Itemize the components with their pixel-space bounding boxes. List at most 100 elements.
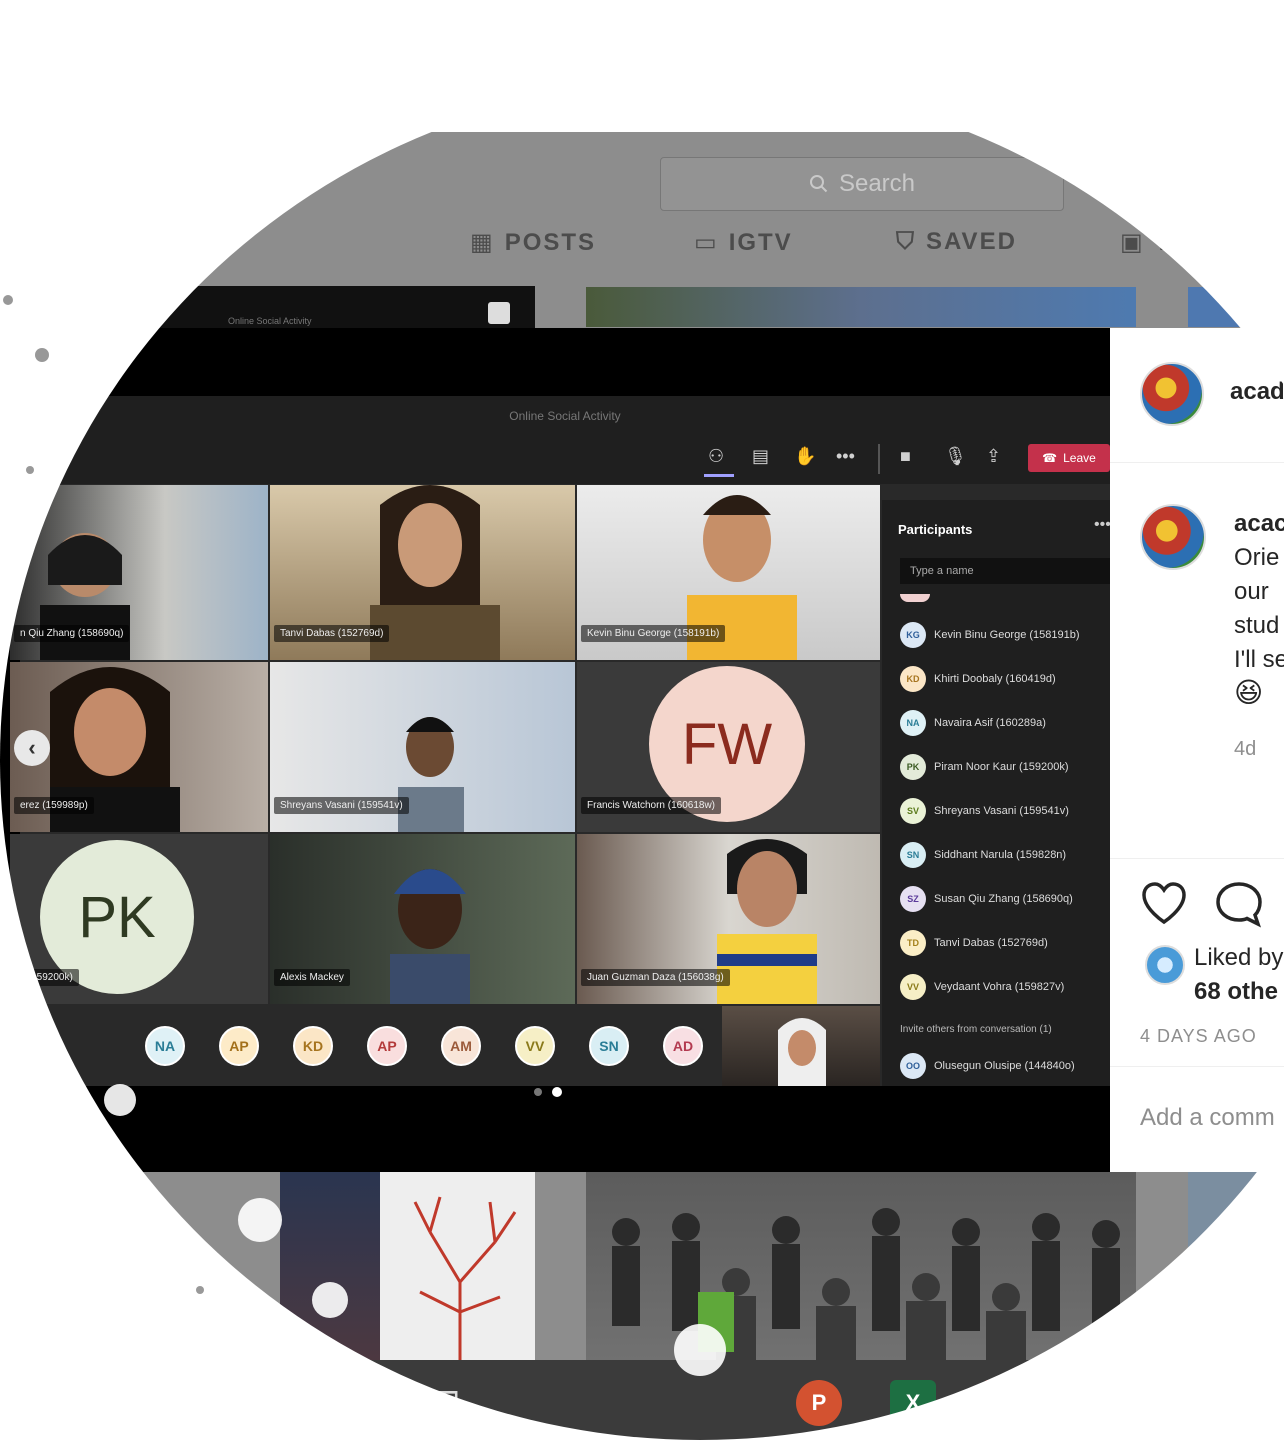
- meeting-title: Online Social Activity: [20, 396, 1110, 436]
- participant-avatar[interactable]: AP: [367, 1026, 407, 1066]
- tag-icon: ▣: [1120, 229, 1145, 256]
- post-username[interactable]: acad: [1230, 378, 1284, 406]
- video-tile[interactable]: FW Francis Watchorn (160618w): [577, 662, 880, 832]
- video-tile[interactable]: Alexis Mackey: [270, 834, 575, 1004]
- participant-row[interactable]: SN Siddhant Narula (159828n): [900, 840, 1066, 870]
- participant-figure: [778, 1018, 826, 1086]
- post-thumbnail[interactable]: [586, 287, 1136, 327]
- tab-posts[interactable]: ▦ POSTS: [470, 228, 596, 257]
- divider: [1110, 462, 1284, 463]
- grid-icon: ▦: [470, 229, 495, 256]
- caption-avatar[interactable]: [1140, 504, 1206, 570]
- caption-line: Orie: [1234, 544, 1280, 571]
- search-input[interactable]: Search: [660, 157, 1064, 211]
- task-view-icon[interactable]: ⊟: [432, 1382, 461, 1422]
- tab-igtv[interactable]: ▭ IGTV: [694, 228, 793, 257]
- video-tile[interactable]: Kevin Binu George (158191b): [577, 485, 880, 660]
- acrobat-icon[interactable]: ⅄: [984, 1380, 1026, 1426]
- raise-hand-icon[interactable]: ✋: [794, 446, 816, 467]
- participant-name: Piram Noor Kaur (159200k): [934, 761, 1069, 773]
- caption-username[interactable]: acac: [1234, 510, 1284, 538]
- post-thumbnail-tree: [380, 1172, 535, 1372]
- profile-avatar[interactable]: [1140, 362, 1204, 426]
- participant-row[interactable]: KG Kevin Binu George (158191b): [900, 620, 1080, 650]
- participant-avatar[interactable]: AP: [219, 1026, 259, 1066]
- more-icon[interactable]: •••: [836, 446, 855, 467]
- active-indicator: [704, 474, 734, 477]
- video-tile[interactable]: Tanvi Dabas (152769d): [270, 485, 575, 660]
- comment-icon[interactable]: [1214, 880, 1264, 928]
- toolbar-divider: [878, 444, 880, 474]
- close-icon[interactable]: ✕: [826, 17, 851, 47]
- chat-icon[interactable]: ▤: [752, 446, 769, 467]
- powerpoint-icon[interactable]: P: [796, 1380, 842, 1426]
- tab-tagged[interactable]: ▣ TAGGED: [1120, 228, 1268, 257]
- participant-avatar: KG: [900, 622, 926, 648]
- post-date: 4 DAYS AGO: [1140, 1026, 1257, 1046]
- video-tile[interactable]: PK x (159200k): [10, 834, 268, 1004]
- leave-button[interactable]: ☎ Leave: [1028, 444, 1110, 472]
- participants-title: Participants: [898, 522, 973, 537]
- participant-name: Olusegun Olusipe (144840o): [934, 1060, 1075, 1072]
- teams-window-topbar: Online Social Activity: [90, 286, 535, 328]
- post-thumbnail[interactable]: [1188, 287, 1284, 327]
- close-icon[interactable]: ✕: [1252, 17, 1277, 47]
- window-title: Online Social Activity: [228, 316, 312, 326]
- carousel-prev-button[interactable]: ‹: [14, 730, 50, 766]
- tab-title: International Students - Arrival: [512, 19, 807, 44]
- participant-name-tag: Alexis Mackey: [274, 969, 350, 986]
- participant-search-input[interactable]: Type a name: [900, 558, 1110, 584]
- participants-icon[interactable]: ⚇: [708, 446, 724, 467]
- add-comment-input[interactable]: Add a comm: [1140, 1104, 1275, 1132]
- participant-avatar: VV: [900, 974, 926, 1000]
- participant-avatar[interactable]: SN: [589, 1026, 629, 1066]
- participant-row[interactable]: NA Navaira Asif (160289a): [900, 708, 1046, 738]
- participant-row[interactable]: OO Olusegun Olusipe (144840o): [900, 1051, 1075, 1081]
- participant-name: Tanvi Dabas (152769d): [934, 937, 1048, 949]
- red-tree-illustration: [413, 1196, 517, 1372]
- participant-avatar[interactable]: KD: [293, 1026, 333, 1066]
- participant-avatar: NA: [900, 710, 926, 736]
- share-screen-icon[interactable]: ⇪: [986, 446, 1001, 467]
- shield-crest-icon: [470, 18, 496, 47]
- video-tile[interactable]: Shreyans Vasani (159541v): [270, 662, 575, 832]
- participant-row[interactable]: VV Veydaant Vohra (159827v): [900, 972, 1064, 1002]
- liker-avatar[interactable]: [1145, 945, 1185, 985]
- participant-avatar: OO: [900, 1053, 926, 1079]
- excel-icon[interactable]: X: [890, 1380, 936, 1426]
- participant-row[interactable]: SV Shreyans Vasani (159541v): [900, 796, 1069, 826]
- video-tile-small[interactable]: [722, 1006, 880, 1086]
- microphone-icon[interactable]: 🎙: [944, 446, 967, 467]
- tab-saved[interactable]: ⛉ SAVED: [896, 228, 1017, 256]
- camera-icon[interactable]: ■: [900, 446, 911, 467]
- likes-count[interactable]: 68 othe: [1194, 978, 1278, 1006]
- participant-row[interactable]: SZ Susan Qiu Zhang (158690q): [900, 884, 1073, 914]
- participant-avatar[interactable]: NA: [145, 1026, 185, 1066]
- participant-figure: [390, 869, 470, 1004]
- tab-international-students[interactable]: International Students - Arrival ✕: [464, 0, 868, 64]
- more-icon[interactable]: •••: [1094, 516, 1111, 534]
- tab-close-prev[interactable]: ✕: [400, 0, 440, 64]
- participant-avatar[interactable]: VV: [515, 1026, 555, 1066]
- participant-avatar: KD: [900, 666, 926, 692]
- video-tile[interactable]: n Qiu Zhang (158690q): [10, 485, 268, 660]
- close-icon[interactable]: ✕: [400, 17, 425, 47]
- participant-avatar[interactable]: AD: [663, 1026, 703, 1066]
- participant-row[interactable]: TD Tanvi Dabas (152769d): [900, 928, 1048, 958]
- browser-tab-bar: ✕ International Students - Arrival ✕ Won…: [0, 0, 1284, 64]
- caption-line: stud: [1234, 612, 1280, 639]
- participant-row[interactable]: PK Piram Noor Kaur (159200k): [900, 752, 1069, 782]
- participant-name: Susan Qiu Zhang (158690q): [934, 893, 1073, 905]
- carousel-dot[interactable]: [534, 1088, 542, 1096]
- carousel-dot-active[interactable]: [552, 1087, 562, 1097]
- participant-avatar[interactable]: AM: [441, 1026, 481, 1066]
- participant-row[interactable]: KD Khirti Doobaly (160419d): [900, 664, 1056, 694]
- video-tile[interactable]: Juan Guzman Daza (156038g): [577, 834, 880, 1004]
- window-button[interactable]: [488, 302, 510, 324]
- tab-title: Wong International Centre (@a: [938, 19, 1238, 44]
- tab-wong-international[interactable]: Wong International Centre (@a ✕: [872, 0, 1284, 64]
- search-placeholder: Search: [838, 170, 916, 197]
- invite-others-link[interactable]: Invite others from conversation (1): [900, 1024, 1052, 1035]
- participant-name-tag: Kevin Binu George (158191b): [581, 625, 726, 642]
- heart-icon[interactable]: [1140, 880, 1188, 926]
